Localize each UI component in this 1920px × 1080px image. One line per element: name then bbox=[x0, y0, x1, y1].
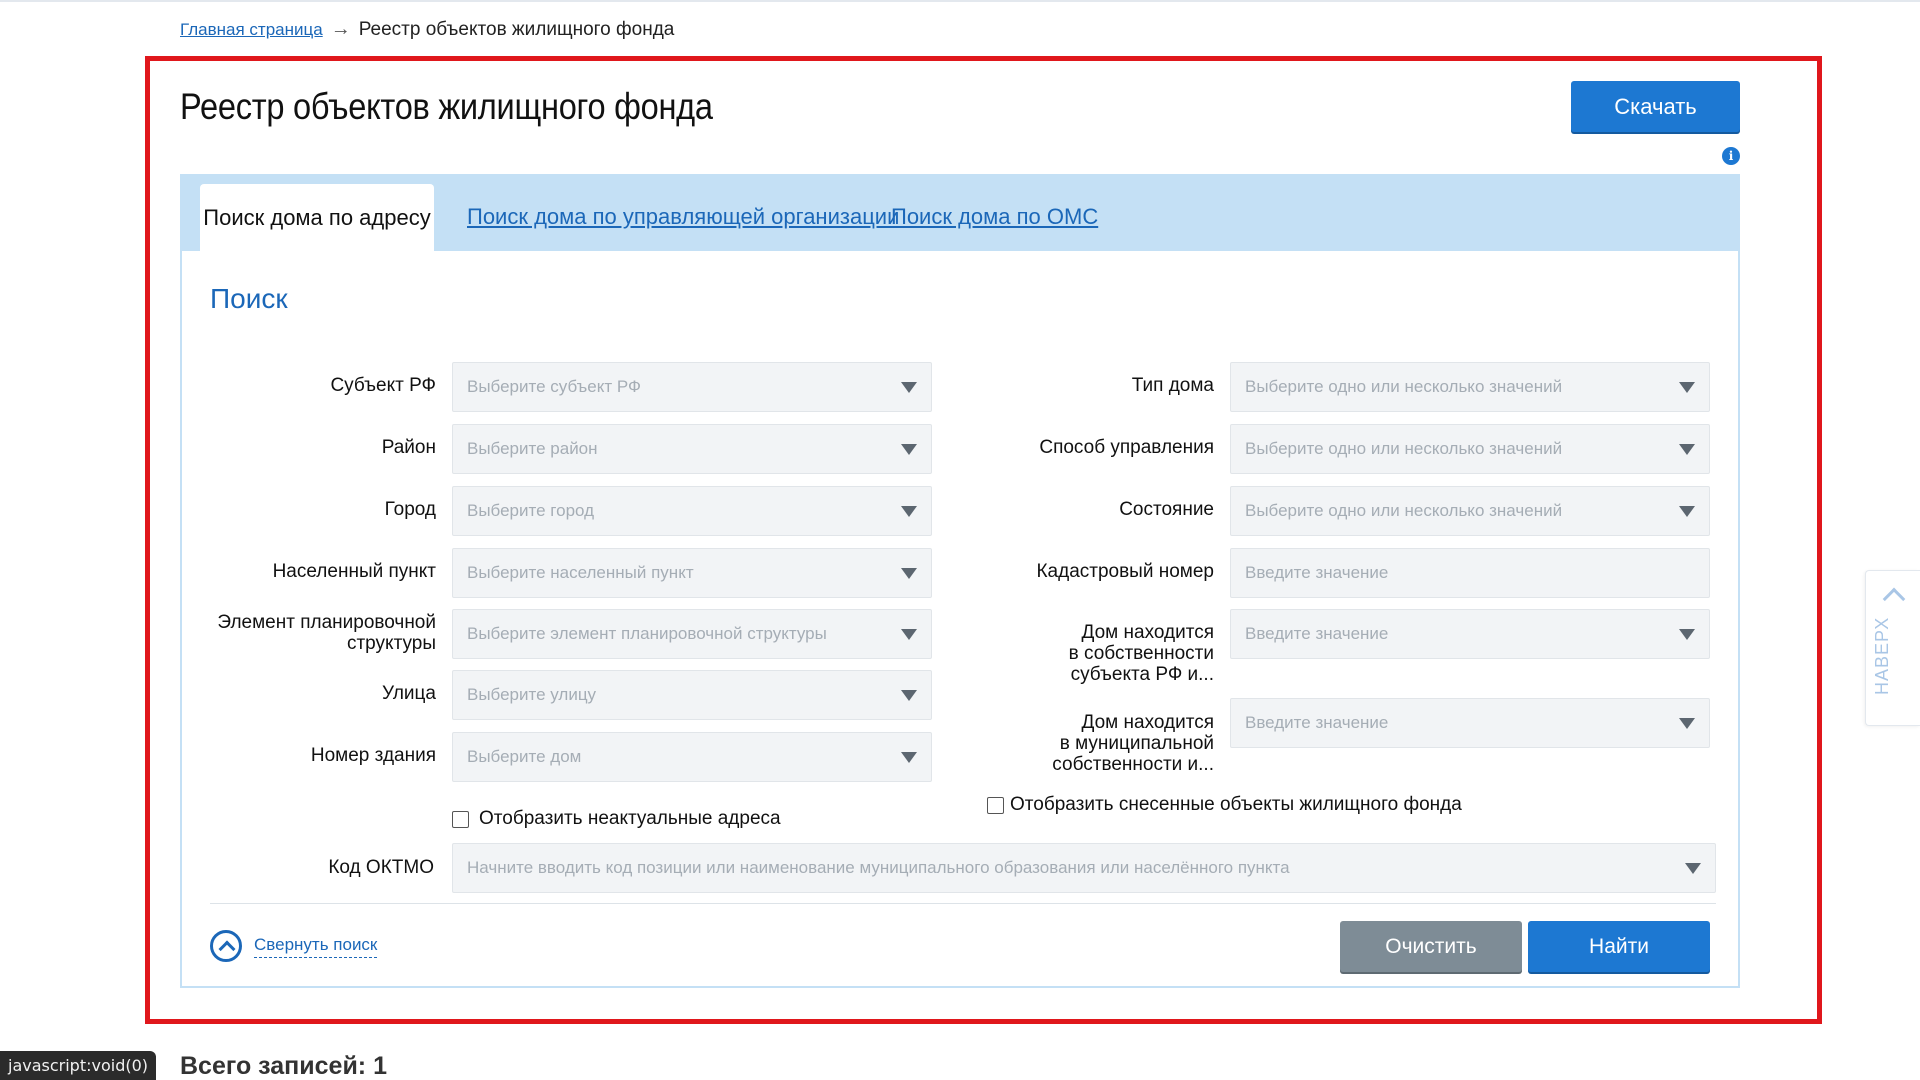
label-city: Город bbox=[384, 499, 436, 520]
municipal-ownership-select[interactable]: Введите значение bbox=[1230, 698, 1710, 748]
planning-element-select[interactable]: Выберите элемент планировочной структуры bbox=[452, 609, 932, 659]
label-subject: Субъект РФ bbox=[330, 375, 436, 396]
breadcrumb-arrow-icon: → bbox=[330, 18, 351, 40]
cadastral-number-placeholder: Введите значение bbox=[1245, 563, 1389, 582]
oktmo-input[interactable]: Начните вводить код позиции или наименов… bbox=[452, 843, 1716, 893]
breadcrumb-home-link[interactable]: Главная страница bbox=[180, 20, 323, 40]
house-type-select-placeholder: Выберите одно или несколько значений bbox=[1245, 377, 1563, 396]
city-select[interactable]: Выберите город bbox=[452, 486, 932, 536]
oktmo-placeholder: Начните вводить код позиции или наименов… bbox=[467, 858, 1290, 877]
show-demolished-checkbox[interactable] bbox=[987, 796, 1004, 814]
label-cadastral-number: Кадастровый номер bbox=[1036, 561, 1214, 582]
chevron-down-icon bbox=[901, 382, 917, 393]
label-planning-element-line2: структуры bbox=[346, 633, 436, 654]
label-subject-ownership: Дом находится в собственности субъекта Р… bbox=[980, 622, 1214, 685]
settlement-select[interactable]: Выберите населенный пункт bbox=[452, 548, 932, 598]
download-button[interactable]: Скачать bbox=[1571, 81, 1740, 132]
chevron-down-icon bbox=[901, 444, 917, 455]
tab-search-by-address[interactable]: Поиск дома по адресу bbox=[200, 184, 434, 252]
show-inactive-label: Отобразить неактуальные адреса bbox=[479, 808, 781, 829]
management-method-select-placeholder: Выберите одно или несколько значений bbox=[1245, 439, 1563, 458]
top-divider bbox=[0, 0, 1920, 2]
label-municipal-ownership-line3: собственности и... bbox=[1052, 754, 1214, 775]
form-divider bbox=[210, 903, 1716, 904]
chevron-down-icon bbox=[901, 752, 917, 763]
chevron-down-icon bbox=[1679, 506, 1695, 517]
breadcrumb: Главная страница → Реестр объектов жилищ… bbox=[180, 18, 674, 41]
label-planning-element-line1: Элемент планировочной bbox=[217, 612, 436, 633]
city-select-placeholder: Выберите город bbox=[467, 501, 595, 520]
label-building-number: Номер здания bbox=[310, 745, 436, 766]
state-select[interactable]: Выберите одно или несколько значений bbox=[1230, 486, 1710, 536]
chevron-down-icon bbox=[901, 568, 917, 579]
chevron-up-icon bbox=[1882, 587, 1906, 611]
label-municipal-ownership-line2: в муниципальной bbox=[1059, 733, 1214, 754]
collapse-search-link[interactable]: Свернуть поиск bbox=[254, 935, 378, 958]
breadcrumb-current: Реестр объектов жилищного фонда bbox=[358, 18, 675, 40]
show-inactive-row[interactable]: Отобразить неактуальные адреса bbox=[452, 808, 781, 830]
district-select-placeholder: Выберите район bbox=[467, 439, 598, 458]
label-oktmo: Код ОКТМО bbox=[328, 857, 434, 878]
chevron-down-icon bbox=[1679, 629, 1695, 640]
subject-ownership-placeholder: Введите значение bbox=[1245, 624, 1389, 643]
subject-select[interactable]: Выберите субъект РФ bbox=[452, 362, 932, 412]
page-title: Реестр объектов жилищного фонда bbox=[180, 86, 713, 127]
cadastral-number-input[interactable]: Введите значение bbox=[1230, 548, 1710, 598]
label-planning-element: Элемент планировочной структуры bbox=[200, 612, 436, 654]
building-number-select[interactable]: Выберите дом bbox=[452, 732, 932, 782]
municipal-ownership-placeholder: Введите значение bbox=[1245, 713, 1389, 732]
browser-status-bar: javascript:void(0) bbox=[0, 1051, 157, 1080]
label-municipal-ownership: Дом находится в муниципальной собственно… bbox=[980, 712, 1214, 775]
label-settlement: Населенный пункт bbox=[272, 561, 436, 582]
management-method-select[interactable]: Выберите одно или несколько значений bbox=[1230, 424, 1710, 474]
subject-select-placeholder: Выберите субъект РФ bbox=[467, 377, 641, 396]
label-management-method: Способ управления bbox=[1039, 437, 1214, 458]
label-state: Состояние bbox=[1119, 499, 1214, 520]
chevron-down-icon bbox=[901, 690, 917, 701]
info-icon[interactable]: i bbox=[1722, 147, 1740, 165]
label-subject-ownership-line2: в собственности bbox=[1068, 643, 1214, 664]
collapse-search[interactable]: Свернуть поиск bbox=[210, 930, 378, 962]
label-house-type: Тип дома bbox=[1131, 375, 1214, 396]
state-select-placeholder: Выберите одно или несколько значений bbox=[1245, 501, 1563, 520]
house-type-select[interactable]: Выберите одно или несколько значений bbox=[1230, 362, 1710, 412]
subject-ownership-select[interactable]: Введите значение bbox=[1230, 609, 1710, 659]
label-district: Район bbox=[381, 437, 436, 458]
show-demolished-row[interactable]: Отобразить снесенные объекты жилищного ф… bbox=[987, 794, 1462, 816]
building-number-select-placeholder: Выберите дом bbox=[467, 747, 582, 766]
tab-search-by-management-org[interactable]: Поиск дома по управляющей организации bbox=[467, 204, 899, 230]
scroll-to-top-button[interactable]: НАВЕРХ bbox=[1865, 570, 1920, 726]
street-select-placeholder: Выберите улицу bbox=[467, 685, 597, 704]
district-select[interactable]: Выберите район bbox=[452, 424, 932, 474]
planning-element-select-placeholder: Выберите элемент планировочной структуры bbox=[467, 624, 827, 643]
find-button[interactable]: Найти bbox=[1528, 921, 1710, 972]
show-inactive-checkbox[interactable] bbox=[452, 810, 469, 828]
label-subject-ownership-line3: субъекта РФ и... bbox=[1070, 664, 1214, 685]
chevron-down-icon bbox=[1685, 863, 1701, 874]
chevron-down-icon bbox=[901, 629, 917, 640]
chevron-down-icon bbox=[1679, 382, 1695, 393]
chevron-down-icon bbox=[1679, 444, 1695, 455]
clear-button[interactable]: Очистить bbox=[1340, 921, 1522, 972]
street-select[interactable]: Выберите улицу bbox=[452, 670, 932, 720]
label-municipal-ownership-line1: Дом находится bbox=[1081, 712, 1214, 733]
chevron-down-icon bbox=[901, 506, 917, 517]
chevron-down-icon bbox=[1679, 718, 1695, 729]
tab-search-by-oms[interactable]: Поиск дома по ОМС bbox=[891, 204, 1098, 230]
chevron-up-circle-icon[interactable] bbox=[210, 930, 242, 962]
show-demolished-label: Отобразить снесенные объекты жилищного ф… bbox=[1010, 794, 1462, 815]
total-records: Всего записей: 1 bbox=[180, 1052, 387, 1080]
scroll-to-top-label: НАВЕРХ bbox=[1872, 616, 1892, 695]
search-heading: Поиск bbox=[210, 283, 288, 314]
label-subject-ownership-line1: Дом находится bbox=[1081, 622, 1214, 643]
label-street: Улица bbox=[382, 683, 436, 704]
settlement-select-placeholder: Выберите населенный пункт bbox=[467, 563, 694, 582]
